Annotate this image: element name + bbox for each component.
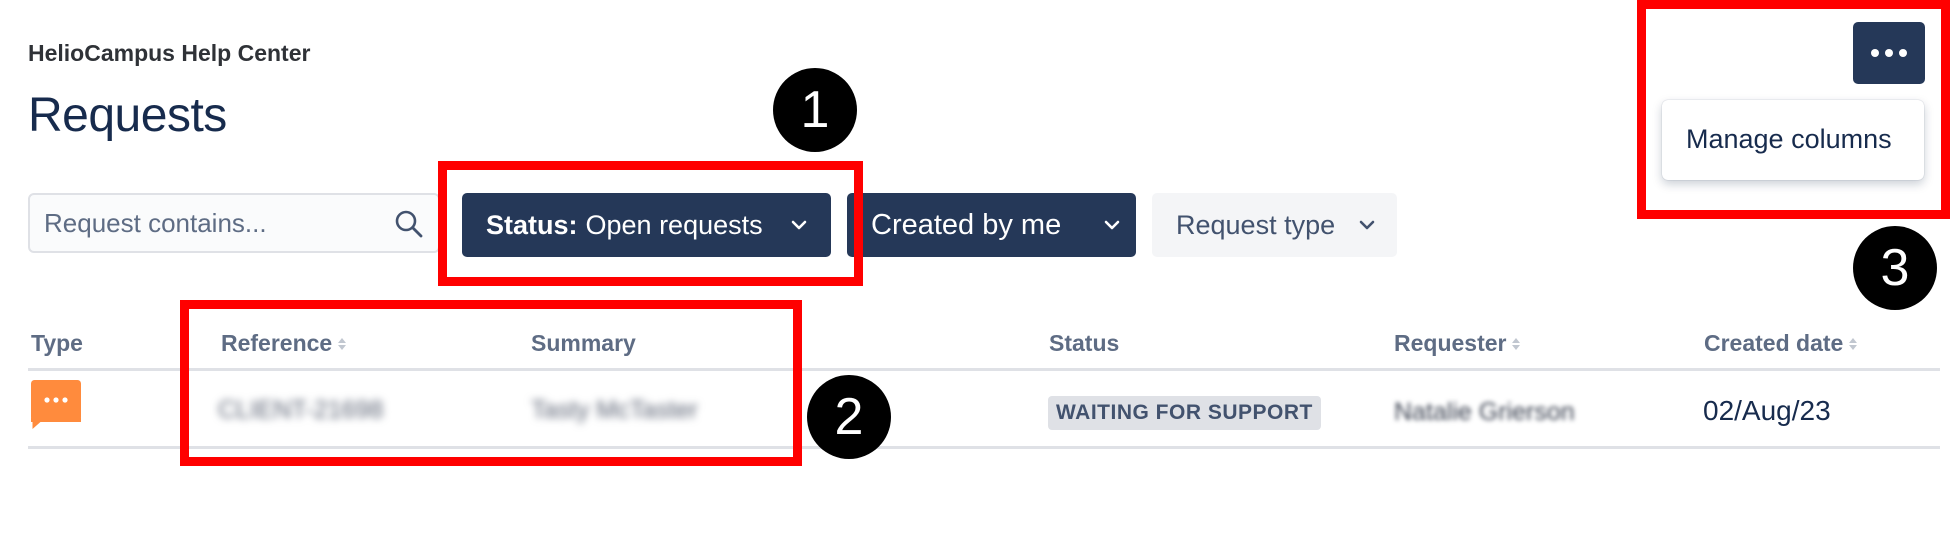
column-header-type: Type xyxy=(31,330,83,357)
chat-bubble-icon xyxy=(31,380,81,429)
column-header-status: Status xyxy=(1049,330,1119,357)
requester-name: Natalie Grierson xyxy=(1394,396,1575,427)
sort-icon[interactable] xyxy=(1510,335,1522,353)
status-badge: WAITING FOR SUPPORT xyxy=(1048,396,1321,430)
callout-badge-3: 3 xyxy=(1853,226,1937,310)
column-header-label: Created date xyxy=(1704,330,1844,356)
chevron-down-icon xyxy=(1104,220,1120,230)
created-date: 02/Aug/23 xyxy=(1703,395,1831,426)
column-header-label: Type xyxy=(31,330,83,356)
highlight-box-columns xyxy=(180,300,802,466)
column-header-created-date[interactable]: Created date xyxy=(1704,330,1859,357)
chevron-down-icon xyxy=(1359,220,1375,230)
requester-name-text: Natalie Grierson xyxy=(1394,398,1575,426)
sort-icon[interactable] xyxy=(1847,335,1859,353)
search-icon[interactable] xyxy=(394,209,424,239)
created-by-filter-label: Created by me xyxy=(871,208,1062,241)
request-type-filter-label: Request type xyxy=(1176,209,1336,240)
highlight-box-status-filter xyxy=(438,161,863,286)
callout-badge-2: 2 xyxy=(807,375,891,459)
column-header-label: Status xyxy=(1049,330,1120,356)
highlight-box-more-menu xyxy=(1637,0,1950,219)
column-header-requester[interactable]: Requester xyxy=(1394,330,1522,357)
created-by-filter-button[interactable]: Created by me xyxy=(847,193,1136,257)
search-input[interactable] xyxy=(44,195,394,251)
column-header-label: Requester xyxy=(1394,330,1507,356)
portal-name: HelioCampus Help Center xyxy=(28,40,311,66)
callout-badge-1: 1 xyxy=(773,68,857,152)
request-type-filter-button[interactable]: Request type xyxy=(1152,193,1397,257)
page-title: Requests xyxy=(28,89,227,142)
search-box xyxy=(28,193,440,253)
